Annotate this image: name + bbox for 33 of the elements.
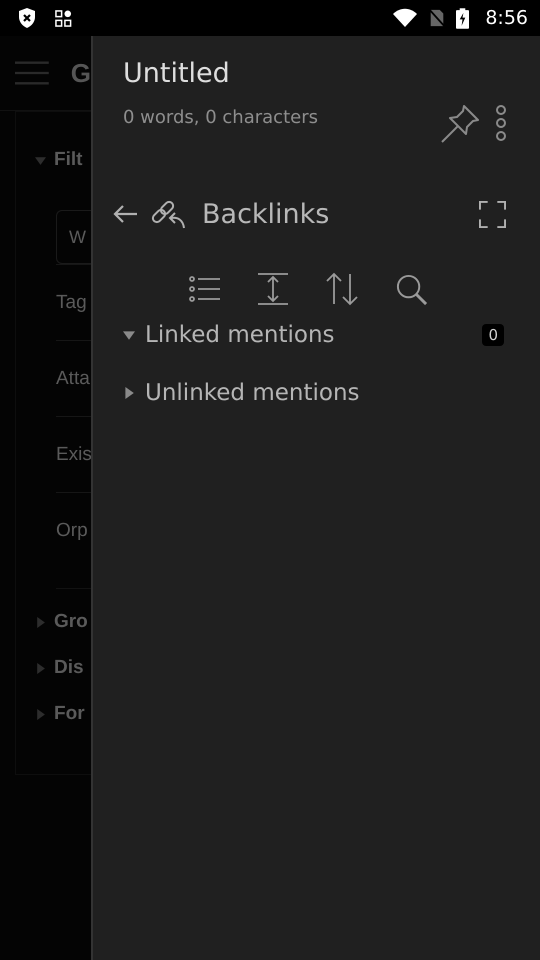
- collapse-expand-icon[interactable]: [256, 272, 288, 306]
- sort-icon[interactable]: [324, 272, 358, 306]
- battery-charging-icon: [456, 8, 470, 28]
- section-heading[interactable]: For: [54, 703, 85, 725]
- wifi-icon: [392, 8, 418, 28]
- group-heading[interactable]: Linked mentions: [145, 322, 335, 348]
- no-sim-icon: [428, 8, 446, 28]
- back-arrow-icon[interactable]: [112, 204, 138, 224]
- link-arrow-icon: [150, 198, 186, 230]
- search-icon[interactable]: [394, 272, 428, 306]
- caret-icon[interactable]: [123, 387, 135, 399]
- more-options-icon[interactable]: [494, 104, 508, 142]
- search-field[interactable]: W: [56, 210, 91, 264]
- list-icon[interactable]: [188, 275, 220, 303]
- note-title: Untitled: [123, 58, 231, 89]
- setting-label: Tag: [56, 292, 87, 314]
- expand-icon[interactable]: [479, 200, 506, 228]
- caret-icon[interactable]: [123, 329, 135, 341]
- pane-title: Backlinks: [202, 198, 330, 230]
- word-count: 0 words, 0 characters: [123, 107, 319, 128]
- setting-label: Orp: [56, 520, 88, 542]
- pin-icon[interactable]: [440, 104, 480, 144]
- shield-icon: [17, 7, 37, 29]
- group-heading[interactable]: Unlinked mentions: [145, 380, 360, 406]
- section-heading[interactable]: Dis: [54, 657, 84, 679]
- grid-icon: [55, 10, 72, 26]
- clock-time: 8:56: [485, 7, 528, 29]
- setting-label: Atta: [56, 368, 90, 390]
- section-heading[interactable]: Filt: [54, 149, 82, 171]
- count-badge: 0: [482, 324, 504, 346]
- page-title: G: [70, 58, 91, 88]
- section-heading[interactable]: Gro: [54, 611, 88, 633]
- setting-label: Exis: [56, 444, 91, 466]
